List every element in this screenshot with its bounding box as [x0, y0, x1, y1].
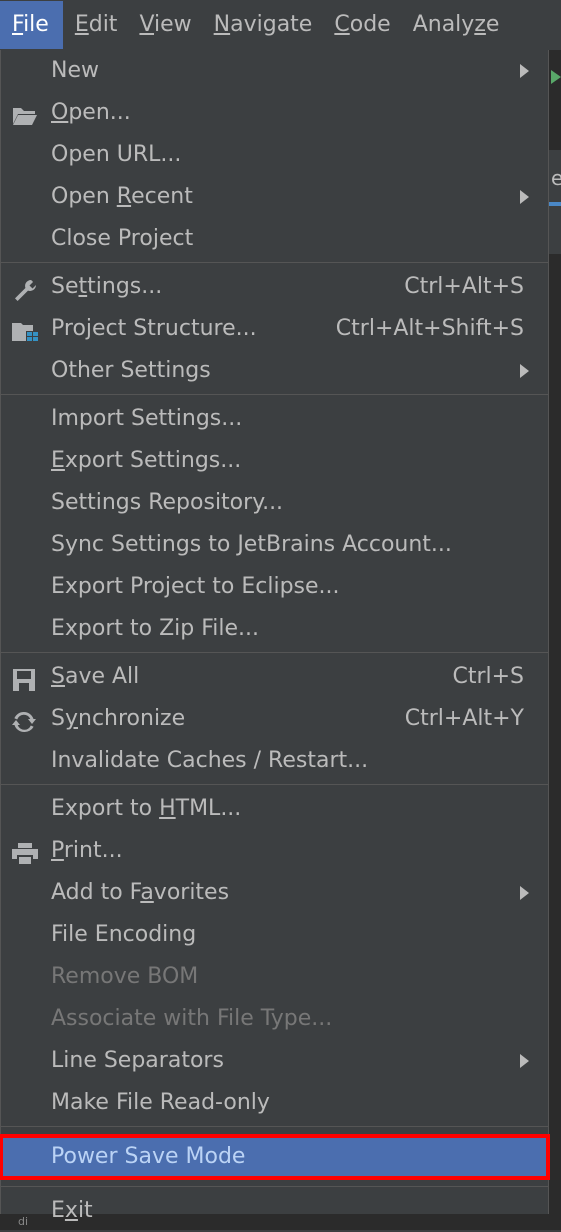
menu-item-settings-repository[interactable]: Settings Repository... — [1, 482, 548, 524]
menu-item-add-to-favorites[interactable]: Add to Favorites — [1, 872, 548, 914]
menu-item-project-structure[interactable]: Project Structure... Ctrl+Alt+Shift+S — [1, 308, 548, 350]
menu-item-settings[interactable]: Settings... Ctrl+Alt+S — [1, 266, 548, 308]
submenu-arrow-icon — [520, 190, 529, 204]
menu-item-label: Export Project to Eclipse... — [51, 574, 340, 599]
menu-item-export-project-to-eclipse[interactable]: Export Project to Eclipse... — [1, 566, 548, 608]
menu-item-line-separators[interactable]: Line Separators — [1, 1040, 548, 1082]
menu-item-label: Open Recent — [51, 184, 193, 209]
menu-item-synchronize[interactable]: Synchronize Ctrl+Alt+Y — [1, 698, 548, 740]
editor-tab-fragment: e — [551, 166, 561, 190]
menu-item-exit[interactable]: Exit — [1, 1190, 548, 1232]
menu-item-label: Invalidate Caches / Restart... — [51, 748, 369, 773]
menu-item-label: Export Settings... — [51, 448, 242, 473]
menu-item-label: Export to Zip File... — [51, 616, 260, 641]
menu-item-close-project[interactable]: Close Project — [1, 218, 548, 260]
menu-item-make-file-read-only[interactable]: Make File Read-only — [1, 1082, 548, 1124]
menu-item-label: Close Project — [51, 226, 194, 251]
menu-item-shortcut: Ctrl+S — [452, 664, 524, 689]
sync-icon — [11, 707, 39, 733]
run-icon — [551, 70, 561, 84]
menubar-view[interactable]: View — [127, 1, 201, 49]
menu-item-label: Synchronize — [51, 706, 186, 731]
menu-item-other-settings[interactable]: Other Settings — [1, 350, 548, 392]
menu-separator — [1, 1124, 548, 1130]
menu-item-label: New — [51, 58, 99, 83]
menu-item-label: Settings Repository... — [51, 490, 284, 515]
menu-item-label: Other Settings — [51, 358, 211, 383]
menu-item-label: Open... — [51, 100, 131, 125]
menu-item-open-url[interactable]: Open URL... — [1, 134, 548, 176]
menu-item-label: Settings... — [51, 274, 163, 299]
menu-item-export-settings[interactable]: Export Settings... — [1, 440, 548, 482]
menu-item-label: Associate with File Type... — [51, 1006, 333, 1031]
menu-item-label: Add to Favorites — [51, 880, 230, 905]
submenu-arrow-icon — [520, 886, 529, 900]
menu-item-new[interactable]: New — [1, 50, 548, 92]
menu-item-label: Sync Settings to JetBrains Account... — [51, 532, 452, 557]
submenu-arrow-icon — [520, 364, 529, 378]
menu-item-label: Power Save Mode — [51, 1144, 246, 1169]
menu-item-power-save-mode[interactable]: Power Save Mode — [0, 1134, 550, 1180]
wrench-icon — [11, 275, 39, 301]
project-structure-icon — [11, 317, 39, 341]
menu-item-label: Make File Read-only — [51, 1090, 270, 1115]
menu-item-shortcut: Ctrl+Alt+Shift+S — [335, 316, 524, 341]
menubar-edit[interactable]: Edit — [63, 1, 128, 49]
submenu-arrow-icon — [520, 1054, 529, 1068]
menubar-code[interactable]: Code — [322, 1, 400, 49]
menu-item-associate-with-file-type: Associate with File Type... — [1, 998, 548, 1040]
save-icon — [11, 665, 39, 691]
printer-icon — [11, 839, 39, 866]
menu-item-import-settings[interactable]: Import Settings... — [1, 398, 548, 440]
menu-item-file-encoding[interactable]: File Encoding — [1, 914, 548, 956]
menu-item-print[interactable]: Print... — [1, 830, 548, 872]
menu-bar: File Edit View Navigate Code Analyze — [0, 0, 561, 50]
menu-item-label: Open URL... — [51, 142, 182, 167]
menu-item-open[interactable]: Open... — [1, 92, 548, 134]
menu-item-save-all[interactable]: Save All Ctrl+S — [1, 656, 548, 698]
menu-item-remove-bom: Remove BOM — [1, 956, 548, 998]
menu-item-shortcut: Ctrl+Alt+S — [404, 274, 524, 299]
editor-tab-underline — [549, 202, 561, 206]
menu-item-open-recent[interactable]: Open Recent — [1, 176, 548, 218]
menu-item-label: Line Separators — [51, 1048, 224, 1073]
file-menu-dropdown: New Open... Open URL... Open Recent Close Pr… — [0, 50, 550, 1223]
menu-item-label: Exit — [51, 1198, 93, 1223]
menu-item-export-to-html[interactable]: Export to HTML... — [1, 788, 548, 830]
menu-item-export-to-zip-file[interactable]: Export to Zip File... — [1, 608, 548, 650]
menu-item-shortcut: Ctrl+Alt+Y — [404, 706, 524, 731]
menu-item-label: Import Settings... — [51, 406, 243, 431]
menu-item-sync-settings-to-jetbrains-account[interactable]: Sync Settings to JetBrains Account... — [1, 524, 548, 566]
menu-item-label: Project Structure... — [51, 316, 257, 341]
menu-item-label: Print... — [51, 838, 123, 863]
menu-item-invalidate-caches-restart[interactable]: Invalidate Caches / Restart... — [1, 740, 548, 782]
folder-open-icon — [11, 101, 39, 125]
menubar-file[interactable]: File — [0, 1, 63, 49]
menubar-analyze[interactable]: Analyze — [401, 1, 510, 49]
menu-item-label: Remove BOM — [51, 964, 199, 989]
submenu-arrow-icon — [520, 64, 529, 78]
menu-item-label: Save All — [51, 664, 140, 689]
menu-item-label: File Encoding — [51, 922, 197, 947]
menu-item-label: Export to HTML... — [51, 796, 242, 821]
menubar-navigate[interactable]: Navigate — [202, 1, 323, 49]
editor-background: e — [549, 50, 561, 1230]
